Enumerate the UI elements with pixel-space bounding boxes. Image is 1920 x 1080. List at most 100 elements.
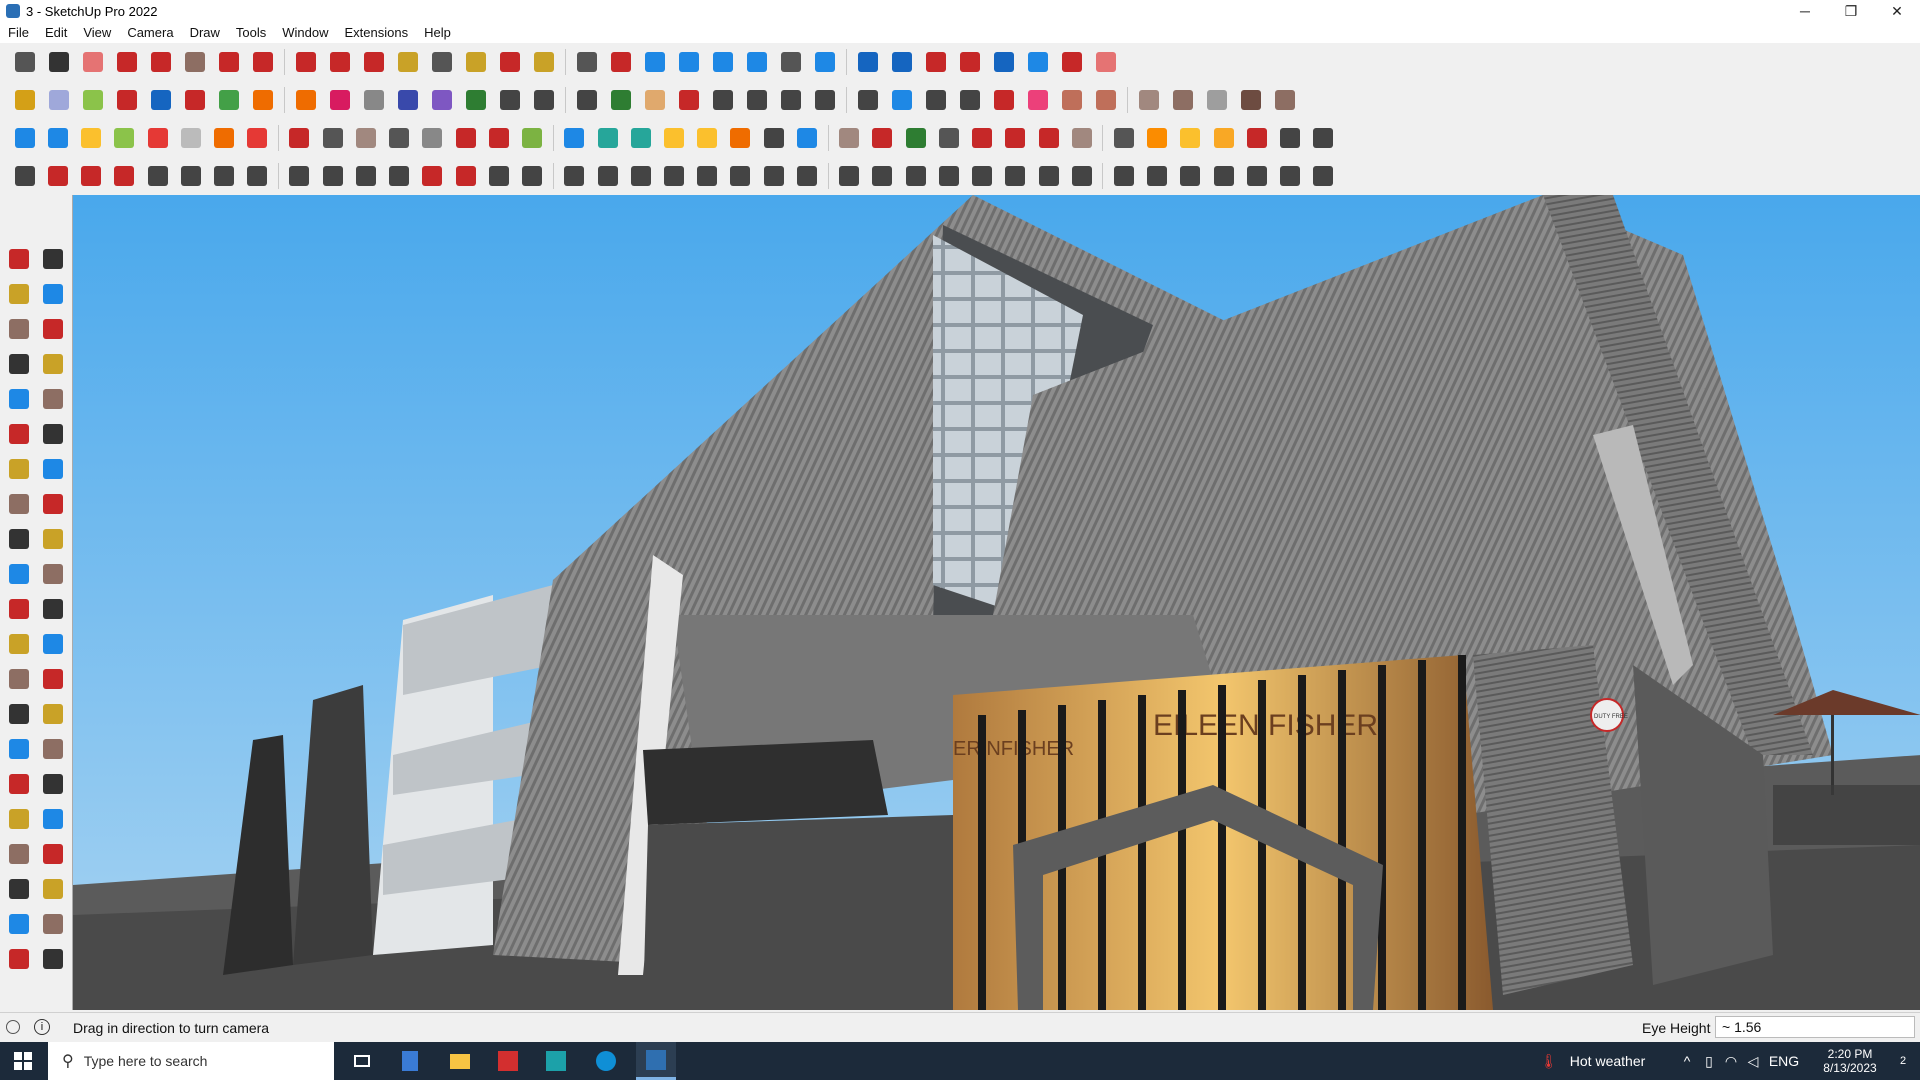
menu-tools[interactable]: Tools — [228, 25, 274, 40]
grid-button[interactable] — [1091, 85, 1121, 115]
plus-green-button[interactable] — [517, 123, 546, 153]
grid-gold-button[interactable] — [1209, 123, 1238, 153]
zoom-window-button[interactable] — [572, 47, 602, 77]
blue-slash-button[interactable] — [393, 85, 423, 115]
fork-button[interactable] — [792, 161, 821, 191]
flower-button[interactable] — [1309, 161, 1338, 191]
paint-bucket-tool-button[interactable] — [4, 279, 34, 309]
menu-help[interactable]: Help — [416, 25, 459, 40]
rotated-rect-tool-button[interactable] — [38, 384, 68, 414]
red-tile-button[interactable] — [143, 123, 172, 153]
swirl-orange-button[interactable] — [726, 123, 755, 153]
red-square-button[interactable] — [243, 123, 272, 153]
terrain-button[interactable] — [1134, 85, 1164, 115]
taskbar-search[interactable]: ⚲ Type here to search — [48, 1042, 334, 1080]
push-pull-tool-button[interactable] — [38, 524, 68, 554]
move-tool-button[interactable] — [4, 524, 34, 554]
eraser-button[interactable] — [78, 47, 108, 77]
shape-rect-button[interactable] — [708, 85, 738, 115]
fork3-button[interactable] — [868, 161, 897, 191]
tape-tool-button[interactable] — [4, 629, 34, 659]
tray-chevron-icon[interactable]: ^ — [1676, 1042, 1698, 1080]
layout-button[interactable] — [708, 47, 738, 77]
trim-button[interactable] — [955, 47, 985, 77]
orbit-tool-button[interactable] — [38, 244, 68, 274]
columns-button[interactable] — [1034, 161, 1063, 191]
green-s-button[interactable] — [901, 123, 930, 153]
gear-fill-button[interactable] — [1176, 161, 1205, 191]
stack-button[interactable] — [285, 123, 314, 153]
shape-circle-button[interactable] — [742, 85, 772, 115]
flag-button[interactable] — [318, 123, 347, 153]
cylinder-button[interactable] — [484, 161, 513, 191]
layers-outline-button[interactable] — [176, 161, 205, 191]
frame-button[interactable] — [1109, 123, 1138, 153]
orange-grid-button[interactable] — [1143, 123, 1172, 153]
menu-file[interactable]: File — [0, 25, 37, 40]
dimension-tool-button[interactable] — [38, 629, 68, 659]
zoom-button[interactable] — [10, 47, 40, 77]
warehouse-tool-button[interactable] — [4, 909, 34, 939]
hand-outline-button[interactable] — [626, 161, 655, 191]
blue-tile-button[interactable] — [10, 123, 39, 153]
maximize-button[interactable]: ❐ — [1828, 0, 1874, 22]
top-view-button[interactable] — [44, 85, 74, 115]
explode-button[interactable] — [1242, 123, 1271, 153]
move-button[interactable] — [291, 47, 321, 77]
fringe-button[interactable] — [1276, 161, 1305, 191]
bars-button[interactable] — [1143, 161, 1172, 191]
rotate-button[interactable] — [325, 47, 355, 77]
volume-icon[interactable]: ◁ — [1742, 1042, 1764, 1080]
sandbox-tool-button[interactable] — [38, 909, 68, 939]
curve-button[interactable] — [359, 85, 389, 115]
zoom-tool-button[interactable] — [4, 769, 34, 799]
cube-red-button[interactable] — [967, 123, 996, 153]
spline-button[interactable] — [43, 161, 72, 191]
dots-circle-button[interactable] — [1276, 123, 1305, 153]
rotate-tool-button[interactable] — [4, 559, 34, 589]
cone-button[interactable] — [593, 123, 622, 153]
measurements-box[interactable]: ~ 1.56 — [1715, 1016, 1915, 1038]
push-pull-button[interactable] — [214, 47, 244, 77]
scale-tool-button[interactable] — [4, 594, 34, 624]
walk-tool-button[interactable] — [4, 874, 34, 904]
x-blue-button[interactable] — [560, 123, 589, 153]
hatch-button[interactable] — [934, 161, 963, 191]
eraser-tool-button[interactable] — [38, 279, 68, 309]
wifi-icon[interactable]: ◠ — [1720, 1042, 1742, 1080]
magnet-button[interactable] — [868, 123, 897, 153]
wood-button[interactable] — [1236, 85, 1266, 115]
bench-button[interactable] — [901, 161, 930, 191]
shape-hex-button[interactable] — [776, 85, 806, 115]
leaf-button[interactable] — [659, 161, 688, 191]
position-camera-tool-button[interactable] — [4, 839, 34, 869]
share-tool-button[interactable] — [38, 944, 68, 974]
blade-button[interactable] — [759, 161, 788, 191]
component-button[interactable] — [853, 47, 883, 77]
calculator-icon[interactable] — [392, 1042, 428, 1080]
extension-warehouse-button[interactable] — [674, 47, 704, 77]
redo-button[interactable] — [1057, 47, 1087, 77]
preferences-button[interactable] — [1091, 47, 1121, 77]
undo-button[interactable] — [1023, 47, 1053, 77]
shell-button[interactable] — [146, 85, 176, 115]
edge-icon[interactable] — [588, 1042, 624, 1080]
notifications-icon[interactable]: 2 — [1888, 1042, 1918, 1080]
menu-edit[interactable]: Edit — [37, 25, 75, 40]
menu-view[interactable]: View — [75, 25, 119, 40]
crosshatch-button[interactable] — [1067, 161, 1096, 191]
red-car-button[interactable] — [76, 161, 105, 191]
shape-lasso-button[interactable] — [955, 85, 985, 115]
magic-button[interactable] — [989, 85, 1019, 115]
fork2-button[interactable] — [835, 161, 864, 191]
follow-me-button[interactable] — [248, 47, 278, 77]
glove-button[interactable] — [1202, 85, 1232, 115]
nodes-button[interactable] — [451, 123, 480, 153]
solid-tools-button[interactable] — [887, 47, 917, 77]
purple-slash-button[interactable] — [427, 85, 457, 115]
zoom-extents-tool-button[interactable] — [4, 804, 34, 834]
warning-button[interactable] — [659, 123, 688, 153]
hook-button[interactable] — [418, 123, 447, 153]
pan-tool-button[interactable] — [38, 734, 68, 764]
stripes-button[interactable] — [1242, 161, 1271, 191]
